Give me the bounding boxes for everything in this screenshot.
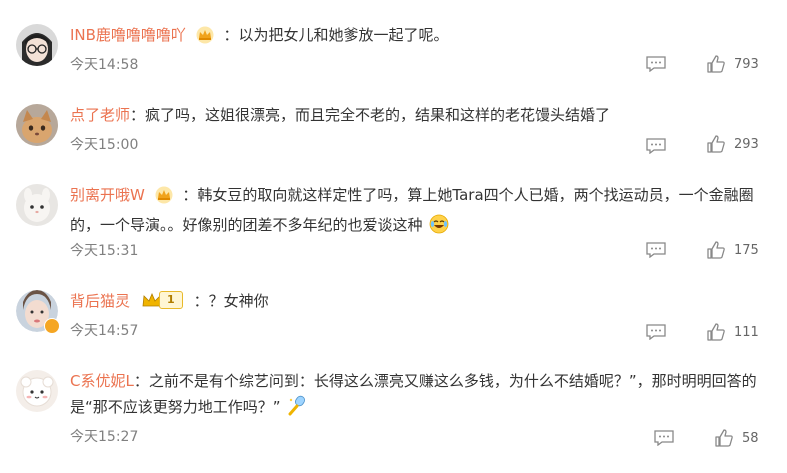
comment-reply-icon[interactable] (646, 138, 666, 155)
comment-username[interactable]: 别离开哦W (70, 186, 145, 204)
comment-text: 点了老师：疯了吗，这姐很漂亮，而且完全不老的，结果和这样的老花馒头结婚了 (70, 102, 770, 128)
thumbs-up-icon (707, 135, 725, 153)
comment-time: 今天14:58 (70, 57, 139, 73)
avatar[interactable] (16, 24, 58, 66)
thumbs-up-icon (715, 429, 733, 447)
avatar-image (16, 370, 58, 412)
comment-separator: ： (130, 106, 146, 124)
comment-content: ？女神你 (208, 292, 269, 310)
like-button[interactable]: 793 (706, 54, 759, 74)
comment-content: 疯了吗，这姐很漂亮，而且完全不老的，结果和这样的老花馒头结婚了 (145, 106, 611, 124)
comment-separator: ： (133, 372, 149, 390)
crown-vip-icon (195, 26, 215, 52)
comment-content-line2: 是“那不应该更努力地工作吗？” (70, 398, 281, 416)
comment-reply-icon[interactable] (646, 242, 666, 259)
comment-text: C系优妮L：之前不是有个综艺问到：长得这么漂亮又赚这么多钱，为什么不结婚呢？”，… (70, 368, 770, 424)
avatar[interactable] (16, 290, 79, 351)
comment-content: 之前不是有个综艺问到：长得这么漂亮又赚这么多钱，为什么不结婚呢？”，那时明明回答… (148, 372, 757, 390)
like-count: 793 (734, 56, 759, 72)
comment-username[interactable]: 背后猫灵 (70, 292, 130, 310)
avatar[interactable] (16, 370, 58, 412)
level-1-badge: 1 (141, 291, 183, 309)
comment-time: 今天15:31 (70, 243, 139, 259)
avatar-image (16, 104, 58, 146)
comment-username[interactable]: C系优妮L (70, 372, 134, 390)
comment-username[interactable]: 点了老师 (70, 106, 130, 124)
like-count: 175 (734, 242, 759, 258)
comment-time: 今天15:27 (70, 429, 139, 445)
like-button[interactable]: 111 (706, 322, 759, 342)
laugh-cry-emoji-icon (429, 214, 449, 242)
thumbs-up-icon (707, 241, 725, 259)
like-count: 111 (734, 324, 759, 340)
comment-reply-icon[interactable] (654, 430, 674, 447)
crown-vip-icon (154, 186, 174, 212)
comment-content: 韩女豆的取向就这样定性了吗，算上她Tara四个人已婚，两个找运动员，一个金融圈 (197, 186, 754, 204)
avatar[interactable] (16, 184, 58, 226)
level-number: 1 (158, 291, 183, 309)
comment-reply-icon[interactable] (646, 324, 666, 341)
comment-separator: ： (193, 292, 209, 310)
avatar-image (16, 184, 58, 226)
comment-text: INB鹿噜噜噜噜吖 ：以为把女儿和她爹放一起了呢。 (70, 22, 770, 52)
microphone-emoji-icon (287, 394, 309, 424)
like-button[interactable]: 58 (714, 428, 759, 448)
like-button[interactable]: 175 (706, 240, 759, 260)
comment-content-line2: 的，一个导演。。好像别的团差不多年纪的也爱谈这种 (70, 216, 423, 234)
avatar[interactable] (16, 104, 58, 146)
comment-separator: ： (223, 26, 239, 44)
comment-time: 今天14:57 (70, 323, 139, 339)
like-count: 293 (734, 136, 759, 152)
comment-time: 今天15:00 (70, 137, 139, 153)
comment-text: 别离开哦W ：韩女豆的取向就这样定性了吗，算上她Tara四个人已婚，两个找运动员… (70, 182, 770, 242)
comment-text: 背后猫灵 1 ：？女神你 (70, 288, 770, 314)
verified-badge-icon (44, 318, 79, 351)
thumbs-up-icon (707, 323, 725, 341)
comment-separator: ： (182, 186, 198, 204)
avatar-image (16, 24, 58, 66)
comment-username[interactable]: INB鹿噜噜噜噜吖 (70, 26, 186, 44)
thumbs-up-icon (707, 55, 725, 73)
like-count: 58 (742, 430, 759, 446)
comment-content: 以为把女儿和她爹放一起了呢。 (238, 26, 449, 44)
comment-reply-icon[interactable] (646, 56, 666, 73)
like-button[interactable]: 293 (706, 134, 759, 154)
